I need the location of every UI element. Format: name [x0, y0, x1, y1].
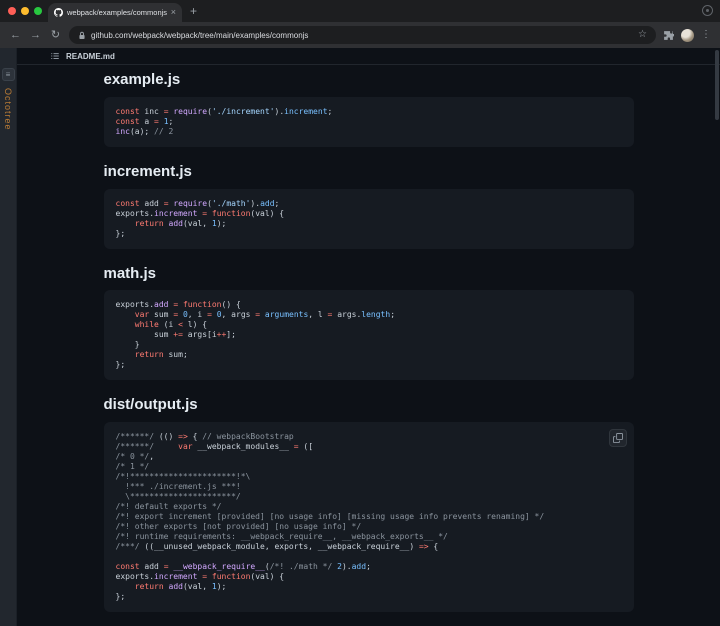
section-heading: math.js: [103, 264, 157, 282]
traffic-lights: [8, 7, 42, 15]
code-block: exports.add = function() { var sum = 0, …: [103, 290, 634, 381]
github-favicon-icon: [54, 8, 63, 17]
section-heading: dist/output.js: [103, 396, 198, 414]
readme-filename[interactable]: README.md: [66, 52, 115, 61]
code-text: /******/ (() => { // webpackBootstrap /*…: [115, 432, 545, 601]
readme-content: example.js const inc = require('./increme…: [103, 65, 634, 612]
list-toc-icon[interactable]: [50, 51, 60, 61]
bookmark-star-icon[interactable]: ☆: [638, 30, 647, 40]
readme-file-header: README.md: [17, 48, 720, 65]
reload-icon[interactable]: ↻: [49, 29, 62, 42]
url-text[interactable]: github.com/webpack/webpack/tree/main/exa…: [91, 31, 633, 40]
octotree-label: Octotree: [3, 88, 13, 131]
tab-close-icon[interactable]: ×: [171, 8, 176, 17]
minimize-window-button[interactable]: [21, 7, 29, 15]
code-block: const inc = require('./increment').incre…: [103, 96, 634, 147]
back-icon[interactable]: ←: [9, 29, 22, 42]
copy-code-button[interactable]: [608, 429, 627, 447]
window-badge-icon[interactable]: [702, 5, 713, 16]
close-window-button[interactable]: [8, 7, 16, 15]
maximize-window-button[interactable]: [34, 7, 42, 15]
code-text: exports.add = function() { var sum = 0, …: [115, 300, 396, 370]
tab-title: webpack/examples/commonjs: [67, 8, 167, 17]
new-tab-button[interactable]: +: [190, 5, 197, 17]
page-content: ≡ Octotree README.md example.js const inc…: [0, 48, 720, 626]
tab-strip: webpack/examples/commonjs × +: [0, 0, 720, 22]
code-text: const add = require('./math').add; expor…: [115, 198, 285, 238]
page-scrollbar[interactable]: [715, 50, 719, 120]
browser-window: webpack/examples/commonjs × + ← → ↻ gith…: [0, 0, 720, 626]
code-block: const add = require('./math').add; expor…: [103, 188, 634, 249]
lock-icon: [79, 31, 85, 39]
section-heading: increment.js: [103, 162, 192, 180]
extensions-puzzle-icon[interactable]: [663, 30, 674, 41]
section-heading: example.js: [103, 71, 181, 88]
address-bar[interactable]: github.com/webpack/webpack/tree/main/exa…: [69, 26, 656, 44]
octotree-toggle-button[interactable]: ≡: [1, 68, 15, 81]
octotree-sidebar: ≡ Octotree: [0, 48, 17, 626]
browser-tab[interactable]: webpack/examples/commonjs ×: [48, 3, 182, 22]
code-block: /******/ (() => { // webpackBootstrap /*…: [103, 422, 634, 612]
forward-icon[interactable]: →: [29, 29, 42, 42]
browser-menu-icon[interactable]: ⋮: [701, 30, 711, 40]
github-page: README.md example.js const inc = require(…: [17, 48, 720, 626]
code-text: const inc = require('./increment').incre…: [115, 106, 333, 136]
profile-avatar[interactable]: [681, 28, 694, 42]
browser-toolbar: ← → ↻ github.com/webpack/webpack/tree/ma…: [0, 22, 720, 48]
